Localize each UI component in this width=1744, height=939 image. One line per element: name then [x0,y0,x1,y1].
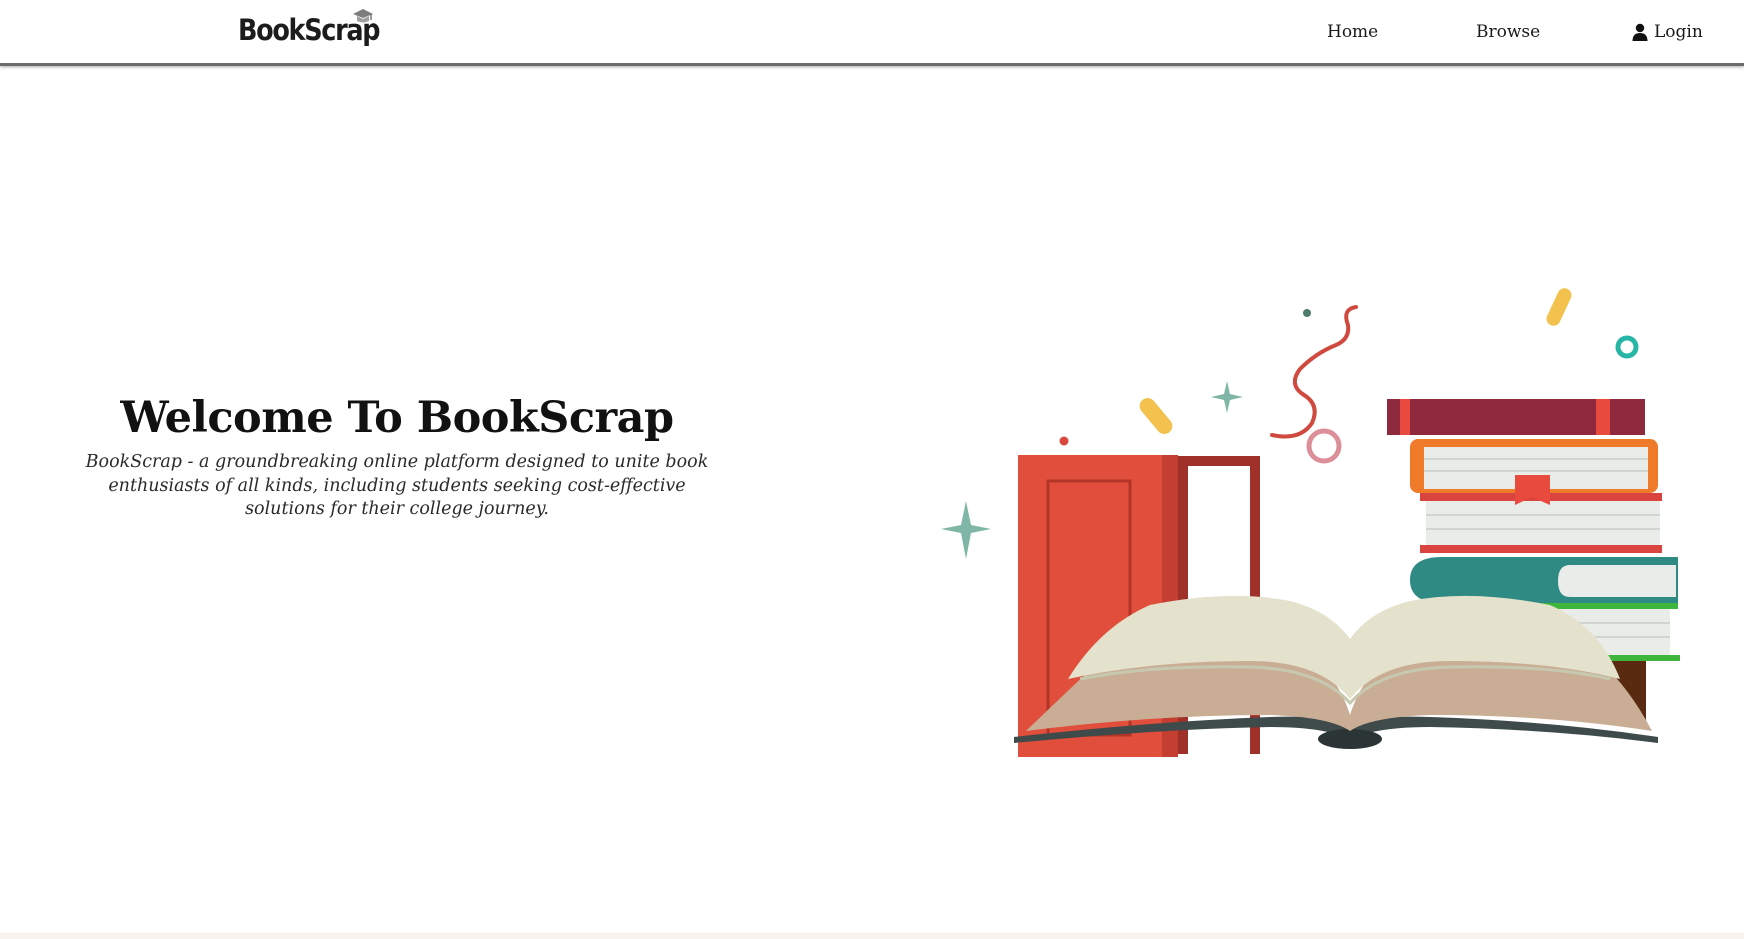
top-navbar: BookScrap Home Browse Login [0,0,1744,66]
user-icon [1632,23,1648,41]
nav-login-label: Login [1654,22,1703,42]
hero-text-block: Welcome To BookScrap BookScrap - a groun… [72,391,722,522]
brand-logo[interactable]: BookScrap [238,9,398,50]
nav-browse-link[interactable]: Browse [1476,20,1540,44]
open-book-door-illustration [941,288,1680,757]
footer-strip [0,933,1744,939]
hero-title: Welcome To BookScrap [120,393,674,443]
nav-home-link[interactable]: Home [1327,20,1378,44]
nav-login-link[interactable]: Login [1632,20,1703,44]
hero-description: BookScrap - a groundbreaking online plat… [85,452,709,519]
hero-section: Welcome To BookScrap BookScrap - a groun… [0,69,1744,933]
graduation-hat-icon [353,9,373,23]
